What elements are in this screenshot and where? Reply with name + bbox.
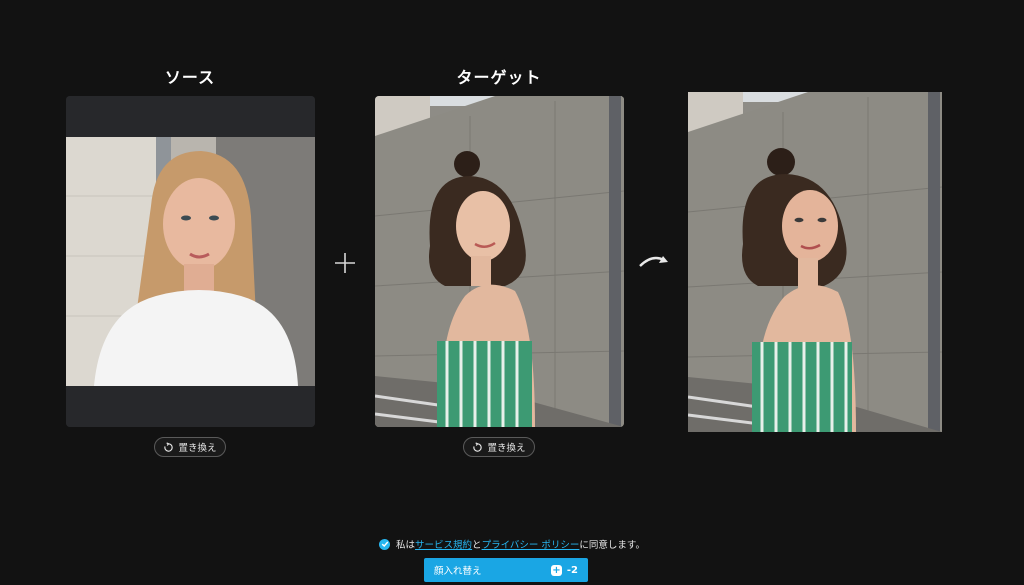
source-title: ソース xyxy=(164,68,216,87)
target-replace-button[interactable]: 置き換え xyxy=(463,437,535,457)
credit-cost-value: -2 xyxy=(566,564,578,576)
checkmark-icon xyxy=(381,541,388,547)
credit-icon: + xyxy=(550,564,562,576)
plus-icon xyxy=(335,253,355,273)
credit-cost: + -2 xyxy=(550,564,578,576)
target-replace-label: 置き換え xyxy=(487,443,526,454)
source-replace-button[interactable]: 置き換え xyxy=(154,437,226,457)
consent-row: 私はサービス規約とプライバシー ポリシーに同意します。 xyxy=(0,537,1024,551)
target-photo xyxy=(375,96,624,427)
consent-prefix: 私は xyxy=(396,540,416,551)
consent-suffix: に同意します。 xyxy=(579,540,645,551)
privacy-policy-link[interactable]: プライバシー ポリシー xyxy=(482,540,580,551)
terms-link[interactable]: サービス規約 xyxy=(415,540,472,551)
face-swap-button[interactable]: 顔入れ替え + -2 xyxy=(424,558,588,582)
consent-checkbox[interactable] xyxy=(379,538,391,550)
source-replace-label: 置き換え xyxy=(178,443,217,454)
target-image-panel[interactable] xyxy=(375,96,624,427)
refresh-icon xyxy=(164,441,174,452)
curved-arrow-icon xyxy=(639,256,668,267)
result-image-panel xyxy=(688,92,942,432)
face-swap-label: 顔入れ替え xyxy=(434,566,482,577)
refresh-icon xyxy=(473,441,483,452)
consent-middle: と xyxy=(472,540,482,551)
source-photo xyxy=(66,96,315,427)
target-title: ターゲット xyxy=(456,68,542,87)
result-photo xyxy=(688,92,942,432)
source-image-panel[interactable] xyxy=(66,96,315,427)
